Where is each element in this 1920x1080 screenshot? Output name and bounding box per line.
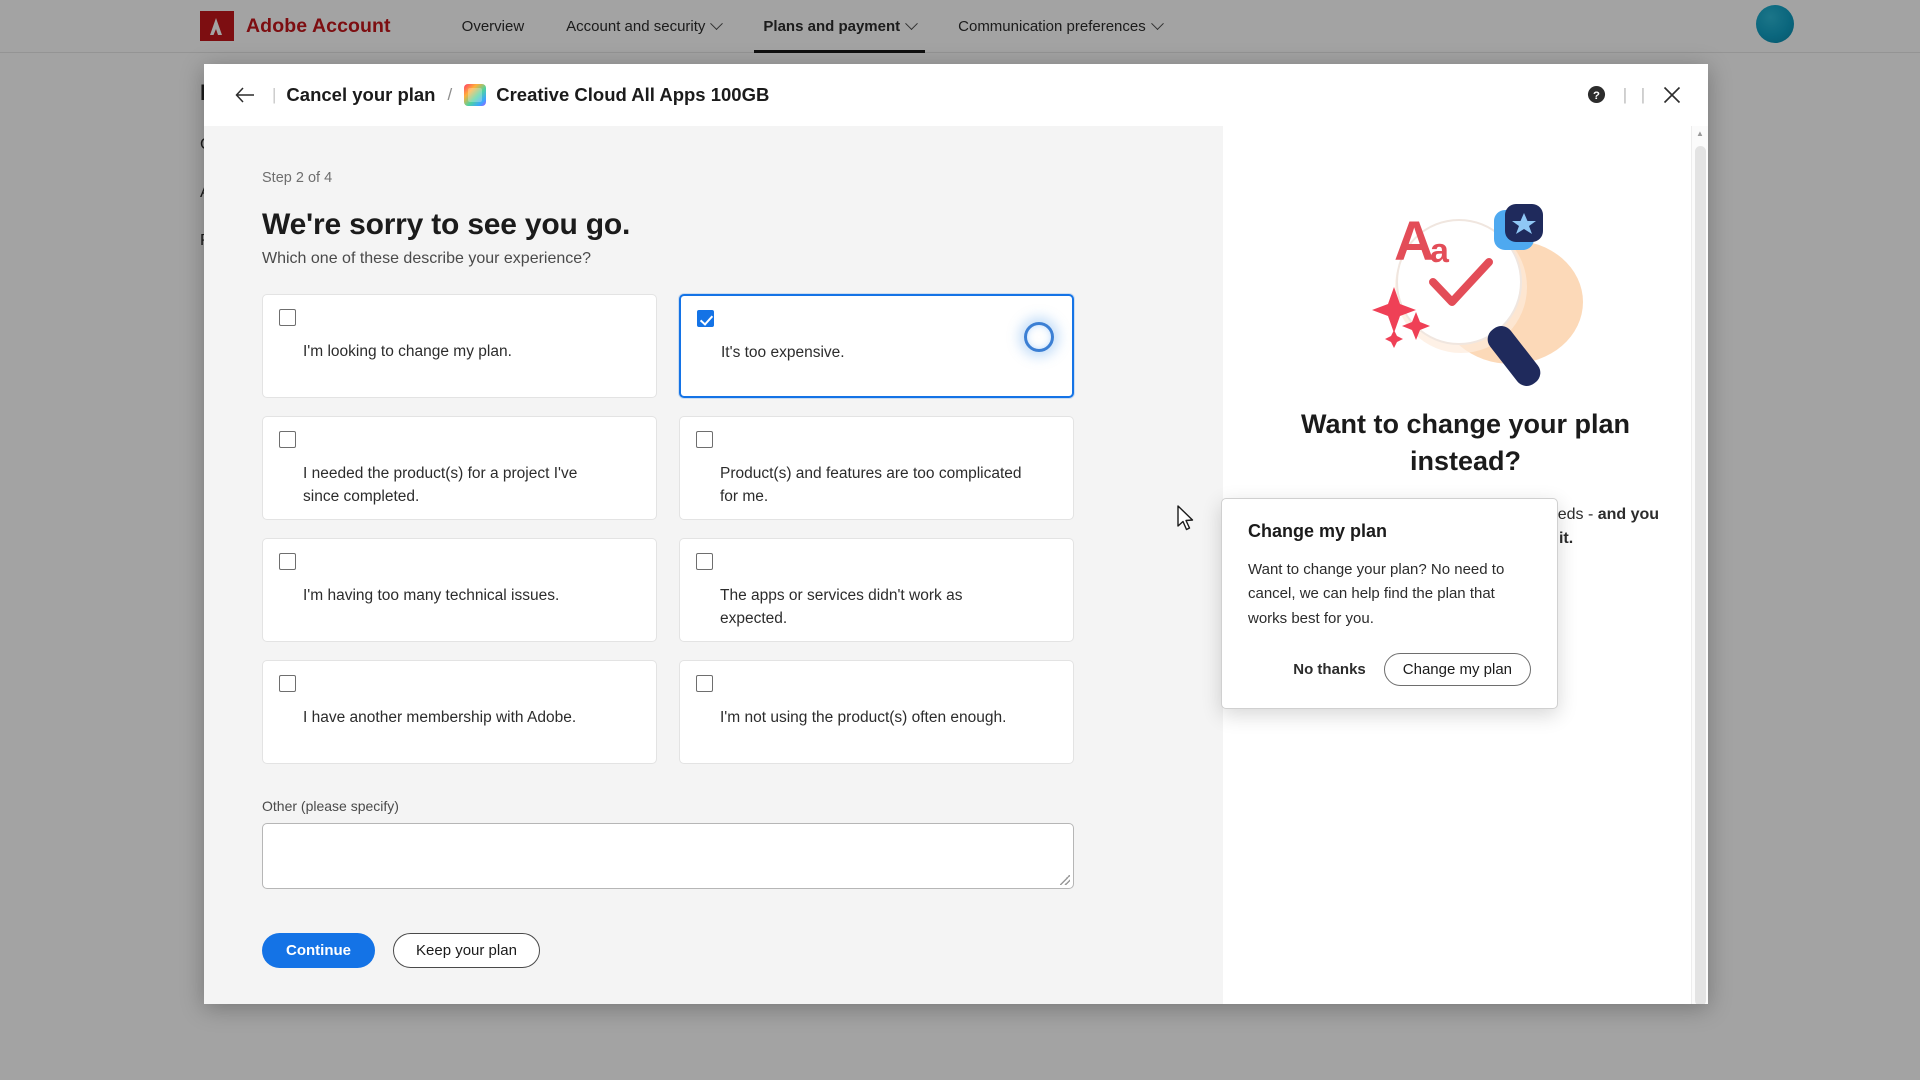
reason-checkbox[interactable] (696, 431, 713, 448)
no-thanks-button[interactable]: No thanks (1293, 661, 1366, 678)
other-field-label: Other (please specify) (262, 798, 399, 814)
dialog-body: Step 2 of 4 We're sorry to see you go. W… (204, 126, 1708, 1004)
reason-option-label: Product(s) and features are too complica… (720, 465, 1022, 506)
reason-option-label: The apps or services didn't work as expe… (720, 587, 963, 628)
other-textarea[interactable] (262, 823, 1074, 889)
breadcrumb-slash: / (447, 84, 453, 104)
reason-checkbox[interactable] (279, 309, 296, 326)
svg-text:a: a (1430, 232, 1450, 270)
popover-title: Change my plan (1248, 521, 1388, 541)
dialog-scrollbar[interactable]: ▲ ▼ (1691, 126, 1708, 1004)
product-name: Creative Cloud All Apps 100GB (496, 83, 770, 105)
close-icon[interactable] (1652, 75, 1692, 115)
reason-option-label: I'm having too many technical issues. (303, 587, 560, 604)
reason-checkbox[interactable] (279, 553, 296, 570)
popover-change-my-plan-button[interactable]: Change my plan (1383, 652, 1531, 686)
back-arrow-icon[interactable] (228, 78, 262, 112)
reason-option-label: I'm looking to change my plan. (303, 343, 512, 360)
creative-cloud-icon (464, 83, 487, 106)
popover-text: Want to change your plan? No need to can… (1248, 561, 1505, 627)
reason-option-card[interactable]: The apps or services didn't work as expe… (679, 538, 1074, 642)
cancellation-survey-pane: Step 2 of 4 We're sorry to see you go. W… (204, 126, 1223, 1004)
dialog-header: | Cancel your plan / Creative Cloud All … (204, 64, 1708, 126)
change-plan-popover: Change my plan Want to change your plan?… (1221, 498, 1558, 709)
reason-checkbox[interactable] (697, 310, 714, 327)
reason-option-label: I have another membership with Adobe. (303, 709, 577, 726)
promo-title: Want to change your plan instead? (1300, 409, 1630, 477)
reason-options-grid: I'm looking to change my plan. It's too … (262, 294, 1074, 764)
reason-checkbox[interactable] (279, 431, 296, 448)
reason-option-label: I needed the product(s) for a project I'… (303, 465, 578, 506)
svg-text:A: A (1394, 209, 1434, 272)
popover-actions: No thanks Change my plan (1248, 652, 1531, 686)
help-circle-icon[interactable]: ? (1576, 75, 1616, 115)
cancel-plan-dialog: | Cancel your plan / Creative Cloud All … (204, 64, 1708, 1004)
reason-checkbox[interactable] (696, 675, 713, 692)
header-divider: | (1640, 84, 1646, 104)
click-ripple-indicator (1024, 322, 1054, 352)
reason-option-card[interactable]: Product(s) and features are too complica… (679, 416, 1074, 520)
scrollbar-thumb[interactable] (1694, 146, 1706, 1004)
reason-option-label: I'm not using the product(s) often enoug… (720, 709, 1007, 726)
keep-your-plan-button[interactable]: Keep your plan (393, 933, 540, 968)
dialog-header-actions: ? | | (1576, 75, 1692, 115)
reason-option-card[interactable]: I'm having too many technical issues. (262, 538, 657, 642)
continue-button[interactable]: Continue (262, 933, 375, 968)
page-subtitle: Which one of these describe your experie… (262, 250, 592, 267)
reason-option-card[interactable]: I'm not using the product(s) often enoug… (679, 660, 1074, 764)
textarea-resize-handle[interactable] (1060, 875, 1070, 885)
reason-option-card[interactable]: I needed the product(s) for a project I'… (262, 416, 657, 520)
survey-actions: Continue Keep your plan (262, 933, 1223, 968)
svg-text:?: ? (1593, 90, 1600, 102)
reason-option-card[interactable]: I have another membership with Adobe. (262, 660, 657, 764)
reason-option-card[interactable]: I'm looking to change my plan. (262, 294, 657, 398)
magnifying-glass-illustration: A a (1371, 204, 1583, 386)
reason-option-label: It's too expensive. (721, 344, 845, 361)
header-separator: | (272, 84, 277, 104)
scroll-up-arrow-icon[interactable]: ▲ (1696, 126, 1704, 141)
step-indicator: Step 2 of 4 (262, 170, 333, 186)
reason-checkbox[interactable] (279, 675, 296, 692)
dialog-title: Cancel your plan (286, 83, 436, 105)
reason-option-card-selected[interactable]: It's too expensive. (679, 294, 1074, 398)
header-divider: | (1622, 84, 1628, 104)
reason-checkbox[interactable] (696, 553, 713, 570)
page-title: We're sorry to see you go. (262, 208, 631, 241)
